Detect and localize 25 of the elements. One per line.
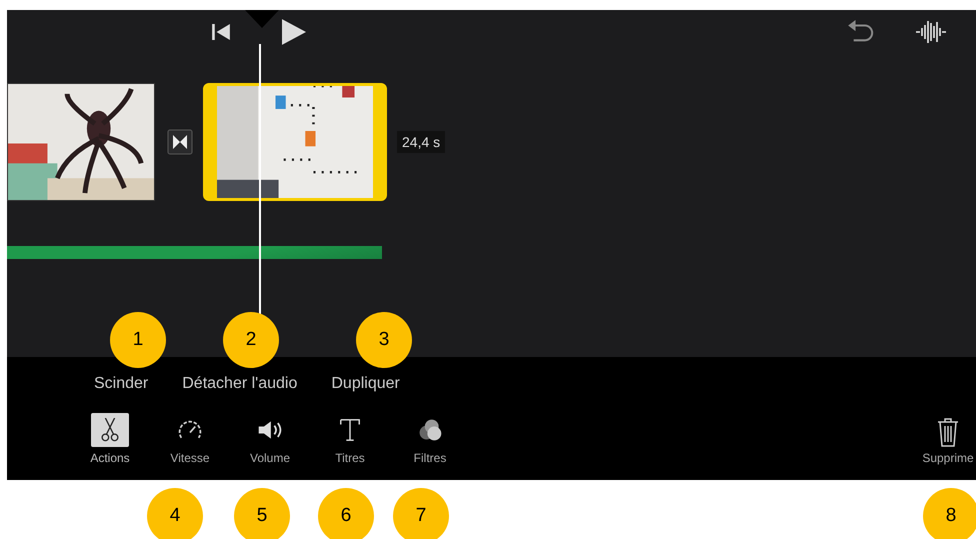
action-button[interactable]: Dupliquer: [326, 373, 405, 395]
transition-icon[interactable]: [167, 129, 193, 155]
waveform-icon[interactable]: [916, 21, 946, 43]
tool-tab[interactable]: Filtres: [393, 413, 467, 465]
tool-tab[interactable]: Volume: [233, 413, 307, 465]
delete-button[interactable]: Supprime: [918, 417, 976, 465]
trash-icon: [937, 417, 959, 447]
action-button[interactable]: Détacher l'audio: [177, 373, 302, 395]
tool-tab[interactable]: Titres: [313, 413, 387, 465]
callout-number: 8: [923, 488, 976, 539]
play-icon[interactable]: [282, 19, 306, 45]
skip-back-icon[interactable]: [212, 24, 230, 40]
duration-label: 24,4 s: [397, 131, 446, 153]
callout-number: 6: [318, 488, 374, 539]
tool-tab[interactable]: Actions: [73, 413, 147, 465]
callout-number: 4: [147, 488, 203, 539]
filter-circles-icon: [417, 418, 443, 442]
audio-track[interactable]: [7, 246, 382, 259]
callout-number: 5: [234, 488, 290, 539]
callout-number: 7: [393, 488, 449, 539]
playhead-marker[interactable]: [245, 10, 279, 28]
tool-tab[interactable]: Vitesse: [153, 413, 227, 465]
undo-icon[interactable]: [848, 20, 876, 44]
text-icon: [337, 418, 363, 442]
action-button[interactable]: Scinder: [89, 373, 154, 395]
